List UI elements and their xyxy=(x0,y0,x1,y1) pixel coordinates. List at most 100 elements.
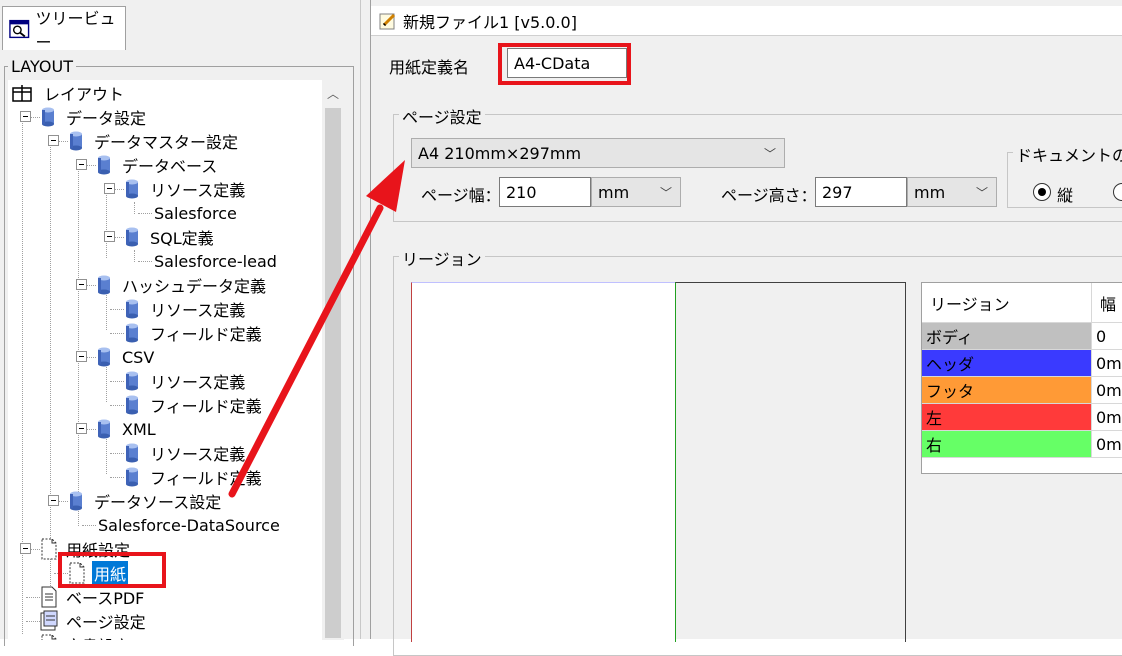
database-icon xyxy=(124,299,148,319)
tree-node-label: CSV xyxy=(122,347,155,367)
region-row[interactable]: ヘッダ 0m xyxy=(922,350,1122,377)
tree-node-label: フィールド定義 xyxy=(150,469,262,488)
tree-node[interactable]: データベース xyxy=(96,153,219,177)
database-icon xyxy=(96,155,120,175)
tree-node-label: Salesforce xyxy=(154,203,237,223)
collapse-toggle-icon[interactable] xyxy=(76,279,87,290)
tree-node-label: ページ設定 xyxy=(66,613,146,632)
database-icon xyxy=(124,443,148,463)
database-icon xyxy=(40,107,64,127)
tree-node[interactable]: Salesforce xyxy=(152,201,239,225)
tree-node[interactable]: フィールド定義 xyxy=(124,321,264,345)
region-table: リージョン 幅 ボディ 0 ヘッダ 0m フッタ 0m 左 0m 右 0m xyxy=(921,282,1122,474)
scroll-up-arrow-icon[interactable]: ︿ xyxy=(322,80,344,106)
tree-node[interactable]: ページ設定 xyxy=(40,609,148,633)
tree-node[interactable]: フィールド定義 xyxy=(124,393,264,417)
tree-node[interactable]: リソース定義 xyxy=(124,177,247,201)
region-legend: リージョン xyxy=(399,246,485,270)
paper-name-input[interactable]: A4-CData xyxy=(507,48,627,78)
tree-node-label: データベース xyxy=(122,157,218,176)
page-width-input[interactable]: 210 xyxy=(499,177,591,207)
page-preview-margin-area[interactable] xyxy=(411,282,675,642)
page-settings-legend: ページ設定 xyxy=(399,104,485,128)
tree-connector-line xyxy=(78,166,79,518)
tree-connector-line xyxy=(50,142,51,590)
portrait-radio[interactable] xyxy=(1033,183,1051,201)
region-name-cell: フッタ xyxy=(922,377,1092,404)
tree-connector-line xyxy=(110,477,124,478)
layout-tree[interactable]: レイアウト データ設定 データマスター設定 データベース リソース定義 Salesforc… xyxy=(8,80,322,640)
region-row[interactable]: ボディ 0 xyxy=(922,323,1122,350)
portrait-label: 縦 xyxy=(1057,186,1074,205)
tree-node[interactable]: レイアウト xyxy=(12,81,126,105)
page-size-select[interactable]: A4 210mm×297mm ﹀ xyxy=(411,138,785,168)
region-name-cell: 左 xyxy=(922,404,1092,431)
tree-node-label: レイアウト xyxy=(44,85,125,104)
collapse-toggle-icon[interactable] xyxy=(76,423,87,434)
tree-node[interactable]: リソース定義 xyxy=(124,297,247,321)
tree-node[interactable]: データ設定 xyxy=(40,105,148,129)
tree-connector-line xyxy=(134,202,135,214)
page-preview-body-area[interactable] xyxy=(675,282,906,642)
region-row[interactable]: 右 0m xyxy=(922,431,1122,458)
tree-node-label: ベースPDF xyxy=(66,589,145,608)
tree-connector-line xyxy=(138,213,152,214)
page-width-unit-select[interactable]: mm ﹀ xyxy=(591,177,681,207)
collapse-toggle-icon[interactable] xyxy=(104,183,115,194)
chevron-down-icon: ﹀ xyxy=(763,147,776,161)
document-title-bar[interactable]: 新規ファイル1 [v5.0.0] xyxy=(371,6,1122,36)
region-column-header[interactable]: リージョン xyxy=(922,283,1092,323)
tree-node[interactable]: 用紙設定 xyxy=(40,537,132,561)
tree-connector-line xyxy=(110,333,124,334)
tree-node[interactable]: ベースPDF xyxy=(40,585,146,609)
collapse-toggle-icon[interactable] xyxy=(20,111,31,122)
collapse-toggle-icon[interactable] xyxy=(48,495,59,506)
scrollbar-thumb[interactable] xyxy=(325,108,341,638)
tree-node[interactable]: リソース定義 xyxy=(124,369,247,393)
tree-node[interactable]: リソース定義 xyxy=(124,441,247,465)
tree-node[interactable]: Salesforce-lead xyxy=(152,249,279,273)
tree-connector-line xyxy=(110,405,124,406)
region-width-cell: 0m xyxy=(1092,431,1122,458)
database-icon xyxy=(124,371,148,391)
pane-splitter[interactable] xyxy=(360,0,370,639)
page-settings-icon xyxy=(40,610,64,632)
tree-scrollbar[interactable]: ︿ xyxy=(322,80,344,640)
collapse-toggle-icon[interactable] xyxy=(48,135,59,146)
page-height-input[interactable]: 297 xyxy=(815,177,907,207)
region-width-cell: 0 xyxy=(1092,323,1122,350)
tree-node[interactable]: データマスター設定 xyxy=(68,129,240,153)
tab-tree-view[interactable]: ツリービュー xyxy=(2,6,126,52)
tree-node[interactable]: フィールド定義 xyxy=(124,465,264,489)
tree-node[interactable]: SQL定義 xyxy=(124,225,216,249)
page-height-unit-select[interactable]: mm ﹀ xyxy=(907,177,997,207)
edit-document-icon xyxy=(379,13,396,29)
tree-node-label: Salesforce-lead xyxy=(154,251,277,271)
collapse-toggle-icon[interactable] xyxy=(76,351,87,362)
tree-node[interactable]: データソース設定 xyxy=(68,489,223,513)
region-row[interactable]: フッタ 0m xyxy=(922,377,1122,404)
database-icon xyxy=(124,227,148,247)
collapse-toggle-icon[interactable] xyxy=(104,231,115,242)
page-width-label: ページ幅： xyxy=(421,186,501,205)
chevron-down-icon: ﹀ xyxy=(975,186,988,200)
region-name-cell: 右 xyxy=(922,431,1092,458)
tree-node[interactable]: CSV xyxy=(96,345,156,369)
document-title: 新規ファイル1 [v5.0.0] xyxy=(403,12,577,32)
tree-node[interactable]: Salesforce-DataSource xyxy=(96,513,282,537)
paper-name-label: 用紙定義名 xyxy=(389,58,470,77)
database-icon xyxy=(68,131,92,151)
region-row[interactable]: 左 0m xyxy=(922,404,1122,431)
tree-node[interactable]: ハッシュデータ定義 xyxy=(96,273,268,297)
width-column-header[interactable]: 幅 xyxy=(1092,283,1122,323)
tree-connector-line xyxy=(110,309,124,310)
collapse-toggle-icon[interactable] xyxy=(20,543,31,554)
region-table-header: リージョン 幅 xyxy=(922,283,1122,323)
tree-node[interactable]: XML xyxy=(96,417,158,441)
tree-node-label: データ設定 xyxy=(66,109,147,128)
database-icon xyxy=(124,179,148,199)
tree-connector-line xyxy=(106,190,107,258)
tab-strip: ツリービュー xyxy=(0,0,360,52)
tree-node[interactable]: 用紙 xyxy=(68,561,129,585)
collapse-toggle-icon[interactable] xyxy=(76,159,87,170)
